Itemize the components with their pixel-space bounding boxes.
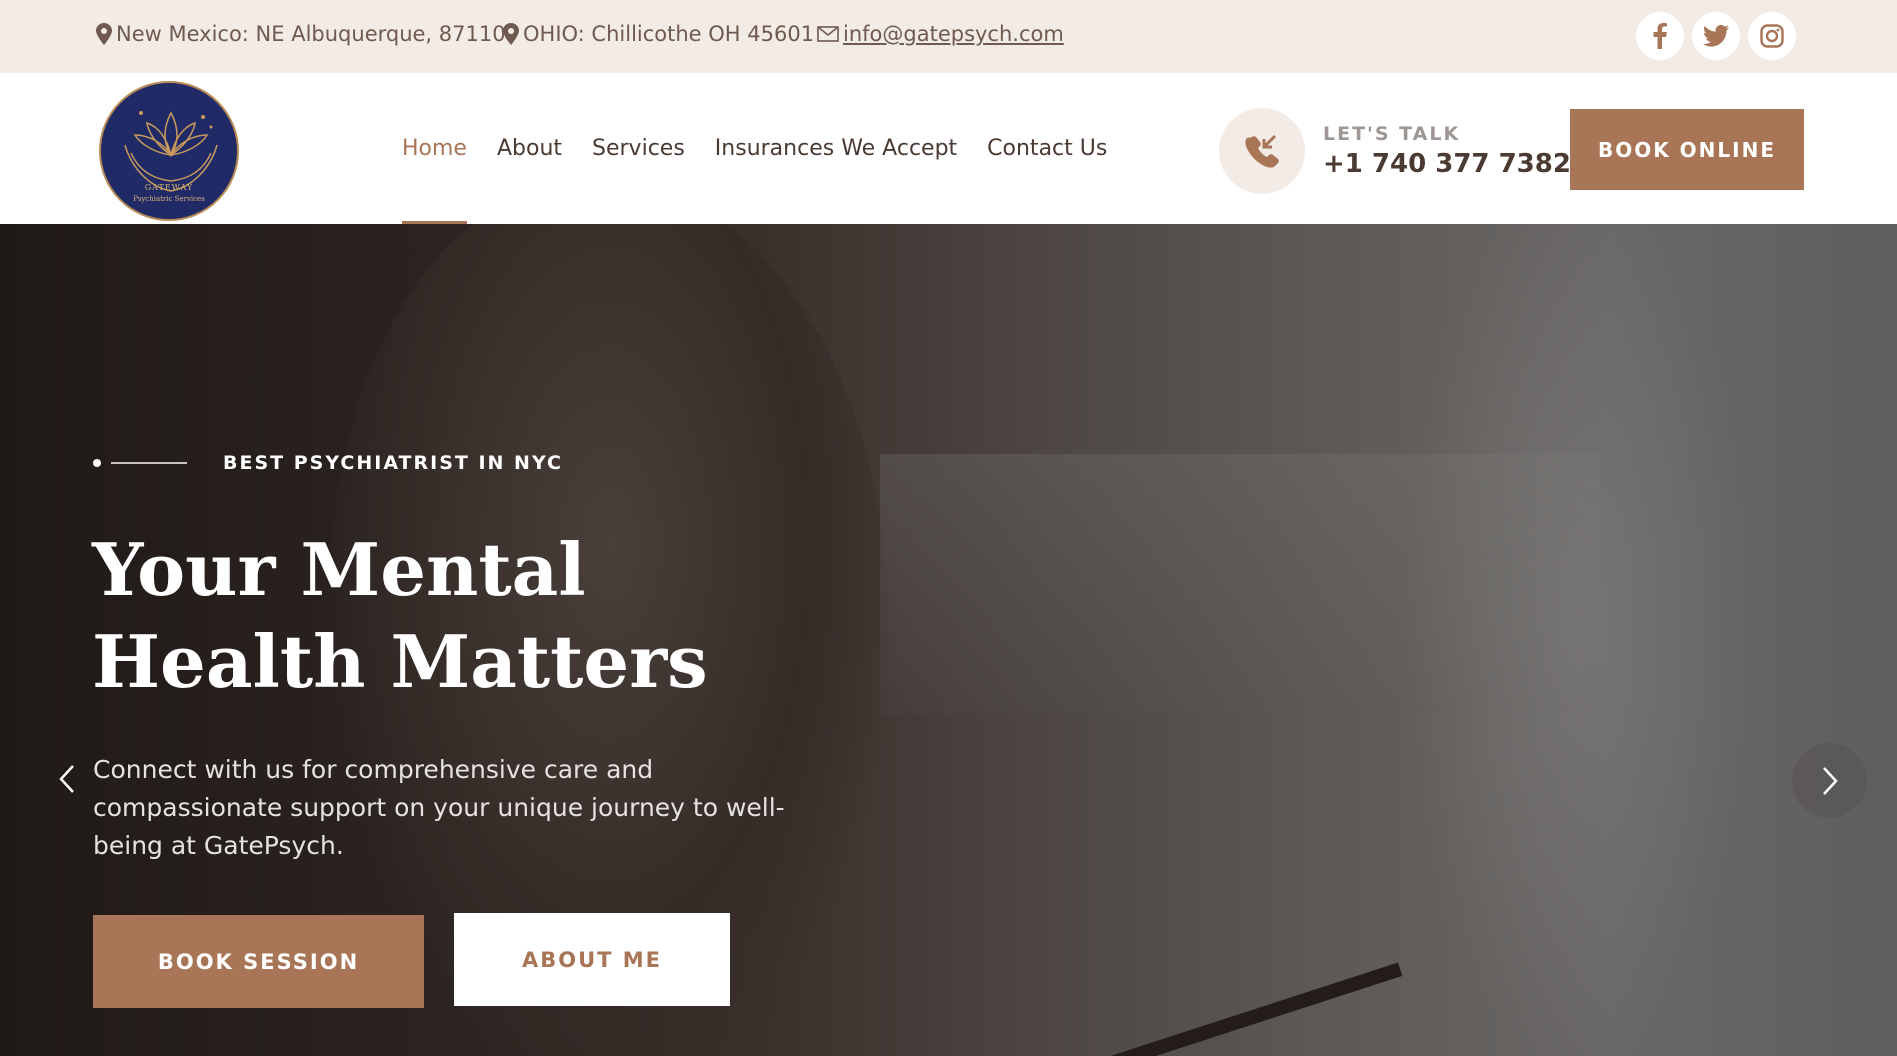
lets-talk-label: LET'S TALK xyxy=(1323,123,1461,145)
instagram-icon[interactable] xyxy=(1748,12,1796,60)
email-text[interactable]: info@gatepsych.com xyxy=(843,22,1064,46)
hero-eyebrow: BEST PSYCHIATRIST IN NYC xyxy=(93,452,563,474)
nav-item-services[interactable]: Services xyxy=(592,73,685,224)
site-logo[interactable]: GATEWAY Psychiatric Services xyxy=(99,81,239,221)
chevron-left-icon xyxy=(59,765,74,793)
phone-incoming-icon xyxy=(1219,108,1305,194)
book-session-button[interactable]: BOOK SESSION xyxy=(93,915,424,1008)
map-pin-icon xyxy=(96,23,112,45)
top-bar: New Mexico: NE Albuquerque, 87110 OHIO: … xyxy=(0,0,1897,73)
logo-text: GATEWAY xyxy=(144,183,194,192)
slider-next-button[interactable] xyxy=(1792,743,1867,818)
slider-prev-button[interactable] xyxy=(52,757,82,801)
email-link[interactable]: info@gatepsych.com xyxy=(817,22,1064,46)
hero-headline: Your Mental Health Matters xyxy=(92,527,708,704)
main-nav: Home About Services Insurances We Accept… xyxy=(402,73,1137,224)
phone-contact[interactable]: LET'S TALK +1 740 377 7382 xyxy=(1219,108,1571,194)
nav-item-about[interactable]: About xyxy=(497,73,562,224)
book-online-button[interactable]: BOOK ONLINE xyxy=(1570,109,1804,190)
chevron-right-icon xyxy=(1822,766,1838,795)
phone-number[interactable]: +1 740 377 7382 xyxy=(1323,149,1571,179)
location-ohio: OHIO: Chillicothe OH 45601 xyxy=(503,22,814,46)
twitter-icon[interactable] xyxy=(1692,12,1740,60)
eyebrow-dot xyxy=(93,459,101,467)
hero-background-pen xyxy=(1017,962,1403,1056)
hero-subtext: Connect with us for comprehensive care a… xyxy=(93,755,785,860)
hero-slider: BEST PSYCHIATRIST IN NYC Your Mental Hea… xyxy=(0,224,1897,1056)
location-newmexico: New Mexico: NE Albuquerque, 87110 xyxy=(96,22,506,46)
facebook-icon[interactable] xyxy=(1636,12,1684,60)
map-pin-icon xyxy=(503,23,519,45)
envelope-icon xyxy=(817,26,839,42)
nav-item-home[interactable]: Home xyxy=(402,73,467,224)
nav-item-insurances[interactable]: Insurances We Accept xyxy=(715,73,957,224)
logo-subtext: Psychiatric Services xyxy=(133,195,205,203)
nav-item-contact[interactable]: Contact Us xyxy=(987,73,1107,224)
location-text: New Mexico: NE Albuquerque, 87110 xyxy=(116,22,506,46)
hero-background-light xyxy=(1400,224,1760,1056)
location-text: OHIO: Chillicothe OH 45601 xyxy=(523,22,815,46)
social-links xyxy=(1636,12,1796,60)
eyebrow-line xyxy=(111,462,187,464)
eyebrow-text: BEST PSYCHIATRIST IN NYC xyxy=(223,452,563,474)
site-header: GATEWAY Psychiatric Services Home About … xyxy=(0,73,1897,224)
about-me-button[interactable]: ABOUT ME xyxy=(454,913,730,1006)
